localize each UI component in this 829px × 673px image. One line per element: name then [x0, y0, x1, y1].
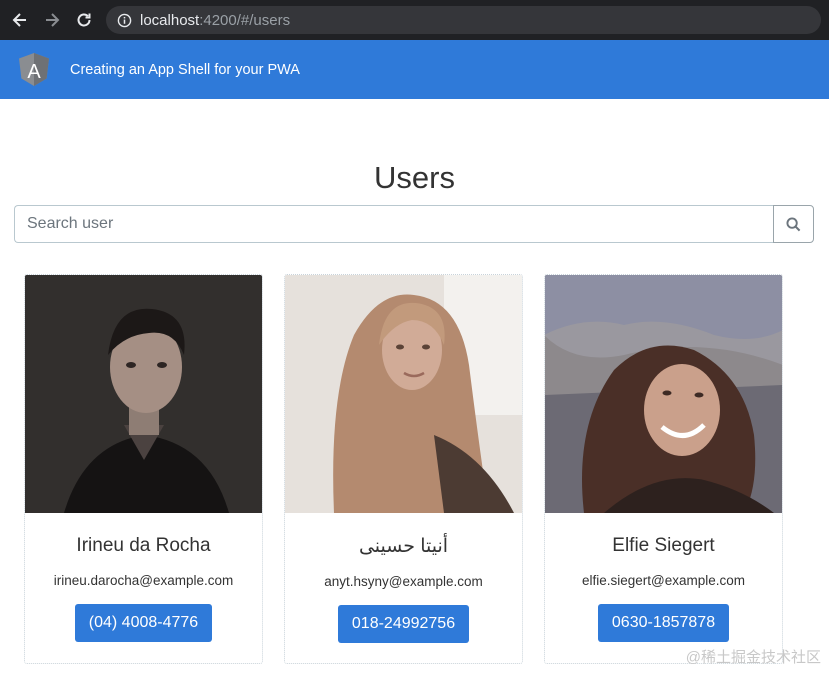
user-name: Elfie Siegert — [612, 535, 715, 556]
watermark: @稀土掘金技术社区 — [685, 649, 821, 666]
user-photo — [285, 275, 522, 513]
user-name: Irineu da Rocha — [76, 535, 211, 556]
logo-letter: A — [27, 61, 41, 83]
info-icon[interactable] — [116, 12, 132, 28]
user-card: أنيتا حسینی anyt.hsyny@example.com 018-2… — [284, 274, 523, 664]
arrow-right-icon — [46, 13, 60, 27]
browser-toolbar: localhost:4200/#/users — [0, 0, 829, 40]
user-name: أنيتا حسینی — [358, 536, 449, 557]
address-bar[interactable]: localhost:4200/#/users — [106, 6, 821, 34]
user-card: Elfie Siegert elfie.siegert@example.com … — [544, 274, 783, 664]
url-host: localhost — [140, 11, 200, 29]
user-phone-button[interactable]: (04) 4008-4776 — [74, 604, 213, 642]
app-title: Creating an App Shell for your PWA — [70, 61, 300, 78]
user-email: irineu.darocha@example.com — [53, 573, 234, 588]
arrow-left-icon — [12, 13, 26, 27]
url-text: localhost:4200/#/users — [140, 12, 290, 29]
user-phone-button[interactable]: 0630-1857878 — [597, 604, 730, 642]
search-button[interactable] — [773, 205, 814, 243]
user-card-list: Irineu da Rocha irineu.darocha@example.c… — [24, 274, 783, 664]
back-button[interactable] — [8, 8, 32, 32]
url-path: :4200/#/users — [199, 11, 291, 29]
search-input[interactable] — [14, 205, 773, 243]
page-title: Users — [374, 160, 455, 195]
reload-icon — [77, 13, 91, 27]
user-photo — [545, 275, 782, 513]
user-email: elfie.siegert@example.com — [581, 573, 746, 588]
user-photo — [25, 275, 262, 513]
search-bar — [14, 205, 814, 243]
user-phone-button[interactable]: 018-24992756 — [337, 605, 470, 643]
search-icon — [786, 216, 801, 231]
angular-logo-icon[interactable]: A — [17, 52, 51, 88]
user-card: Irineu da Rocha irineu.darocha@example.c… — [24, 274, 263, 664]
forward-button[interactable] — [40, 8, 64, 32]
user-email: anyt.hsyny@example.com — [324, 574, 483, 589]
app-header: A Creating an App Shell for your PWA — [0, 40, 829, 99]
reload-button[interactable] — [72, 8, 96, 32]
